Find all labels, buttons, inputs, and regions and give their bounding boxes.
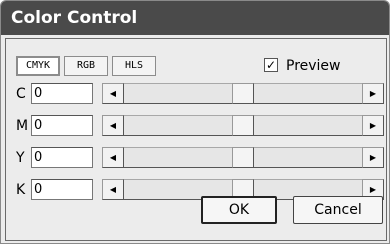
arrow-right-icon[interactable]: ▶ — [362, 83, 384, 104]
channel-slider-m[interactable]: ◀ ▶ — [102, 115, 384, 136]
channel-slider-c[interactable]: ◀ ▶ — [102, 83, 384, 104]
channel-input-c[interactable]: 0 — [31, 83, 93, 104]
channel-row-m: M 0 ◀ ▶ — [6, 115, 386, 137]
preview-checkbox[interactable]: ✓ — [264, 58, 278, 72]
tab-hls[interactable]: HLS — [112, 56, 156, 76]
channel-label-k: K — [16, 182, 26, 198]
arrow-left-icon[interactable]: ◀ — [102, 147, 124, 168]
channel-input-m[interactable]: 0 — [31, 115, 93, 136]
title-bar[interactable]: Color Control — [1, 1, 389, 35]
ok-button[interactable]: OK — [201, 196, 277, 224]
channel-input-k[interactable]: 0 — [31, 179, 93, 200]
tab-rgb[interactable]: RGB — [64, 56, 108, 76]
window-title: Color Control — [11, 8, 138, 28]
color-control-dialog: Color Control CMYK RGB HLS ✓ Preview C 0… — [0, 0, 390, 244]
channel-row-c: C 0 ◀ ▶ — [6, 83, 386, 105]
slider-thumb[interactable] — [232, 83, 254, 104]
channel-label-y: Y — [16, 150, 25, 166]
channel-label-m: M — [16, 118, 29, 134]
cancel-button[interactable]: Cancel — [293, 196, 383, 224]
arrow-left-icon[interactable]: ◀ — [102, 115, 124, 136]
slider-thumb[interactable] — [232, 147, 254, 168]
arrow-right-icon[interactable]: ▶ — [362, 147, 384, 168]
channel-label-c: C — [16, 86, 26, 102]
arrow-left-icon[interactable]: ◀ — [102, 179, 124, 200]
arrow-left-icon[interactable]: ◀ — [102, 83, 124, 104]
slider-thumb[interactable] — [232, 115, 254, 136]
arrow-right-icon[interactable]: ▶ — [362, 115, 384, 136]
channel-slider-y[interactable]: ◀ ▶ — [102, 147, 384, 168]
channel-row-y: Y 0 ◀ ▶ — [6, 147, 386, 169]
preview-label: Preview — [286, 58, 341, 74]
tab-cmyk[interactable]: CMYK — [16, 56, 60, 76]
channel-input-y[interactable]: 0 — [31, 147, 93, 168]
